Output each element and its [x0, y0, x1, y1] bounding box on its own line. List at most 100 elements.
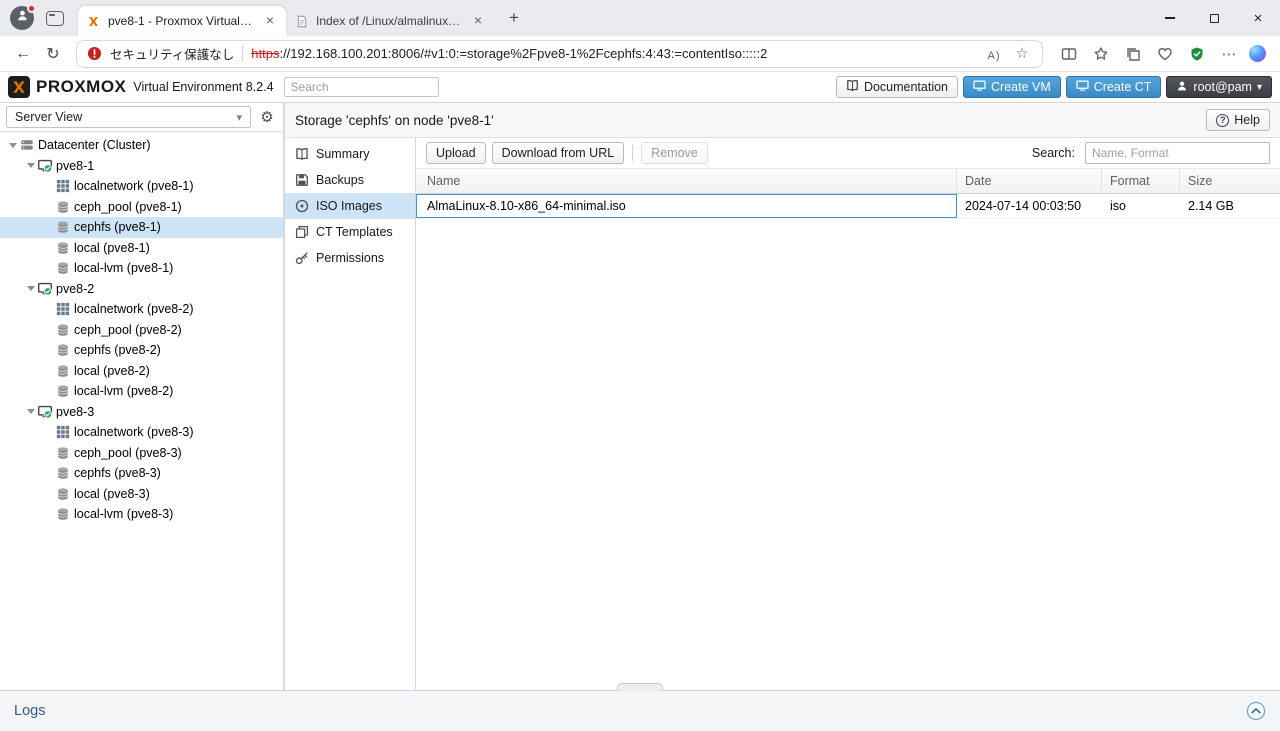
minimize-button[interactable]: [1148, 0, 1192, 36]
create-ct-button[interactable]: Create CT: [1066, 76, 1162, 98]
create-vm-button[interactable]: Create VM: [963, 76, 1061, 98]
iso-search-input[interactable]: [1085, 142, 1270, 164]
remove-button[interactable]: Remove: [641, 142, 708, 164]
proxmox-favicon-icon: [86, 14, 101, 29]
tree-item-pve8-1[interactable]: pve8-1: [0, 156, 283, 177]
favorite-star-icon[interactable]: [1012, 45, 1032, 62]
split-screen-icon[interactable]: [1057, 42, 1081, 66]
tree-item-cephfs-pve8-2[interactable]: cephfs (pve8-2): [0, 340, 283, 361]
logs-panel-header[interactable]: Logs: [0, 690, 1280, 731]
node-icon: [38, 159, 52, 173]
tab-title: pve8-1 - Proxmox Virtual Environ: [108, 14, 255, 28]
tree-item-local-lvm-pve8-1[interactable]: local-lvm (pve8-1): [0, 258, 283, 279]
download-from-url-button[interactable]: Download from URL: [492, 142, 625, 164]
tree-item-localnetwork-pve8-3[interactable]: localnetwork (pve8-3): [0, 422, 283, 443]
tree-item-datacenter-cluster[interactable]: Datacenter (Cluster): [0, 135, 283, 156]
column-header-name[interactable]: Name: [416, 169, 957, 193]
tree-item-localnetwork-pve8-2[interactable]: localnetwork (pve8-2): [0, 299, 283, 320]
tree-item-ceph-pool-pve8-3[interactable]: ceph_pool (pve8-3): [0, 443, 283, 464]
menu-item-label: Summary: [316, 147, 369, 161]
database-icon: [56, 487, 70, 501]
column-header-size[interactable]: Size: [1180, 169, 1280, 193]
browser-essentials-icon[interactable]: [1153, 42, 1177, 66]
tree-item-localnetwork-pve8-1[interactable]: localnetwork (pve8-1): [0, 176, 283, 197]
read-aloud-icon[interactable]: [984, 46, 1004, 62]
url-text: https://192.168.100.201:8006/#v1:0:=stor…: [251, 46, 976, 61]
network-icon: [56, 425, 70, 439]
logs-title: Logs: [14, 703, 45, 719]
tree-item-cephfs-pve8-1[interactable]: cephfs (pve8-1): [0, 217, 283, 238]
profile-avatar[interactable]: [10, 6, 34, 30]
database-icon: [56, 343, 70, 357]
chevron-up-icon[interactable]: [1246, 701, 1266, 721]
tree-item-label: local (pve8-3): [74, 487, 150, 501]
refresh-button[interactable]: [38, 40, 68, 68]
tree-item-label: localnetwork (pve8-2): [74, 302, 194, 316]
global-search-input[interactable]: [284, 77, 439, 97]
screen: pve8-1 - Proxmox Virtual Environ Index o…: [0, 0, 1280, 731]
chevron-down-icon: [1257, 82, 1262, 93]
browser-tab-proxmox[interactable]: pve8-1 - Proxmox Virtual Environ: [78, 6, 286, 36]
back-button[interactable]: [8, 40, 38, 68]
tree-item-cephfs-pve8-3[interactable]: cephfs (pve8-3): [0, 463, 283, 484]
maximize-icon: [1210, 14, 1219, 23]
tree-item-ceph-pool-pve8-2[interactable]: ceph_pool (pve8-2): [0, 320, 283, 341]
tree-item-local-pve8-1[interactable]: local (pve8-1): [0, 238, 283, 259]
logs-resize-handle[interactable]: [617, 683, 663, 691]
favorites-icon[interactable]: [1089, 42, 1113, 66]
cell-date: 2024-07-14 00:03:50: [957, 194, 1102, 218]
tab-actions-icon[interactable]: [46, 11, 64, 26]
tree-item-ceph-pool-pve8-1[interactable]: ceph_pool (pve8-1): [0, 197, 283, 218]
database-icon: [56, 364, 70, 378]
tab-close-icon[interactable]: [262, 13, 278, 29]
tree-item-pve8-2[interactable]: pve8-2: [0, 279, 283, 300]
table-row[interactable]: AlmaLinux-8.10-x86_64-minimal.iso2024-07…: [416, 194, 1280, 219]
menu-item-permissions[interactable]: Permissions: [285, 245, 415, 271]
menu-item-iso-images[interactable]: ISO Images: [285, 193, 415, 219]
copilot-icon[interactable]: [1249, 45, 1266, 62]
view-selector[interactable]: Server View: [6, 106, 251, 128]
menu-item-label: Permissions: [316, 251, 384, 265]
tree-item-label: localnetwork (pve8-1): [74, 179, 194, 193]
tree-item-local-lvm-pve8-3[interactable]: local-lvm (pve8-3): [0, 504, 283, 525]
close-button[interactable]: [1236, 0, 1280, 36]
floppy-icon: [295, 173, 309, 187]
tree-item-label: local (pve8-1): [74, 241, 150, 255]
collections-icon[interactable]: [1121, 42, 1145, 66]
tree-item-local-pve8-3[interactable]: local (pve8-3): [0, 484, 283, 505]
menu-item-summary[interactable]: Summary: [285, 141, 415, 167]
tree-item-label: cephfs (pve8-3): [74, 466, 161, 480]
menu-item-backups[interactable]: Backups: [285, 167, 415, 193]
address-field[interactable]: セキュリティ保護なし https://192.168.100.201:8006/…: [76, 40, 1043, 68]
documentation-button[interactable]: Documentation: [836, 76, 958, 98]
tree-item-pve8-3[interactable]: pve8-3: [0, 402, 283, 423]
tree-item-label: local-lvm (pve8-3): [74, 507, 173, 521]
upload-label: Upload: [436, 146, 476, 160]
expander-icon[interactable]: [24, 286, 38, 291]
tree-item-local-lvm-pve8-2[interactable]: local-lvm (pve8-2): [0, 381, 283, 402]
tree-item-label: localnetwork (pve8-3): [74, 425, 194, 439]
tree-item-local-pve8-2[interactable]: local (pve8-2): [0, 361, 283, 382]
iso-images-panel: Upload Download from URL Remove Search: …: [416, 138, 1280, 690]
tab-title: Index of /Linux/almalinux/8/isos/: [316, 14, 463, 28]
user-menu-button[interactable]: root@pam: [1166, 76, 1272, 98]
new-tab-button[interactable]: [502, 6, 526, 30]
shield-check-icon[interactable]: [1185, 42, 1209, 66]
resource-tree-panel: Server View Datacenter (Cluster)pve8-1 lo…: [0, 103, 285, 690]
help-button[interactable]: Help: [1206, 109, 1270, 131]
view-selector-value: Server View: [15, 110, 82, 124]
browser-tab-index[interactable]: Index of /Linux/almalinux/8/isos/: [286, 6, 494, 36]
tree-item-label: pve8-3: [56, 405, 94, 419]
menu-item-ct-templates[interactable]: CT Templates: [285, 219, 415, 245]
expander-icon[interactable]: [6, 143, 20, 148]
maximize-button[interactable]: [1192, 0, 1236, 36]
tab-close-icon[interactable]: [470, 13, 486, 29]
upload-button[interactable]: Upload: [426, 142, 486, 164]
expander-icon[interactable]: [24, 409, 38, 414]
security-label[interactable]: セキュリティ保護なし: [110, 44, 234, 63]
settings-menu-icon[interactable]: [1217, 42, 1241, 66]
column-header-format[interactable]: Format: [1102, 169, 1180, 193]
gear-icon[interactable]: [257, 108, 277, 126]
expander-icon[interactable]: [24, 163, 38, 168]
column-header-date[interactable]: Date: [957, 169, 1102, 193]
